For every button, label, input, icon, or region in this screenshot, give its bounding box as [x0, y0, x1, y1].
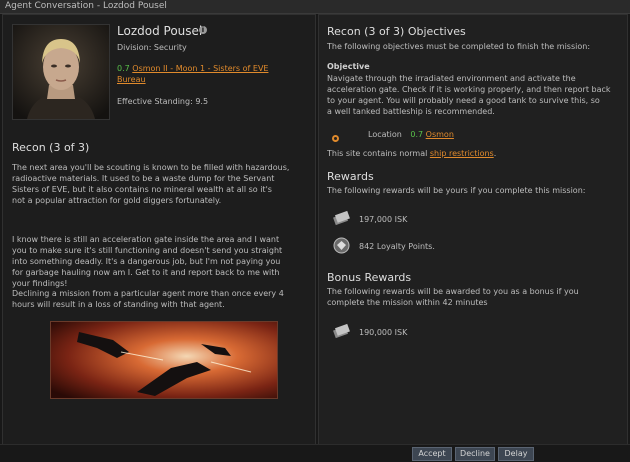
agent-conversation-window: Agent Conversation - Lozdod Pousel Lozdo…	[0, 0, 630, 462]
agent-division: Division: Security	[117, 43, 187, 52]
delay-button[interactable]: Delay	[498, 447, 534, 461]
bonus-rewards-intro: The following rewards will be awarded to…	[327, 287, 579, 307]
bonus-rewards-title: Bonus Rewards	[327, 271, 412, 284]
briefing-title: Recon (3 of 3)	[12, 141, 90, 154]
agent-standing: Effective Standing: 9.5	[117, 97, 209, 106]
agent-location-line2: Bureau	[117, 74, 146, 85]
rewards-intro: The following rewards will be yours if y…	[327, 186, 586, 195]
button-bar: Accept Decline Delay	[0, 444, 630, 462]
mission-scene-image	[50, 321, 278, 399]
objective-heading: Objective	[327, 62, 370, 71]
agent-location-link-line2[interactable]: Bureau	[117, 75, 146, 84]
agent-name: Lozdod Pousel	[117, 24, 203, 38]
info-icon[interactable]: i	[199, 26, 207, 34]
ship-restrictions-link[interactable]: ship restrictions	[430, 149, 494, 158]
rewards-title: Rewards	[327, 170, 374, 183]
decline-button[interactable]: Decline	[455, 447, 495, 461]
briefing-paragraph-1: The next area you'll be scouting is know…	[12, 163, 290, 205]
restriction-note: This site contains normal ship restricti…	[327, 149, 497, 158]
agent-portrait[interactable]	[12, 24, 110, 120]
agent-location: 0.7 Osmon II - Moon 1 - Sisters of EVE	[117, 63, 268, 74]
location-security: 0.7	[410, 130, 424, 139]
agent-location-security: 0.7	[117, 64, 130, 73]
loyalty-points-icon	[333, 237, 350, 254]
objective-text: Navigate through the irradiated environm…	[327, 74, 611, 116]
bonus-reward-isk: 190,000 ISK	[359, 328, 408, 337]
location-link[interactable]: Osmon	[426, 130, 454, 139]
objectives-pane: Recon (3 of 3) Objectives The following …	[318, 14, 628, 446]
agent-location-link[interactable]: Osmon II - Moon 1 - Sisters of EVE	[132, 64, 268, 73]
location-label: Location	[368, 130, 402, 139]
agent-briefing-pane: Lozdod Pousel i Division: Security 0.7 O…	[2, 14, 316, 446]
objective-location: Location 0.7 Osmon	[368, 129, 454, 140]
window-title: Agent Conversation - Lozdod Pousel	[5, 1, 167, 11]
isk-icon	[333, 210, 350, 227]
window-titlebar[interactable]: Agent Conversation - Lozdod Pousel	[0, 0, 630, 14]
briefing-paragraph-2: I know there is still an acceleration ga…	[12, 235, 283, 288]
isk-icon	[333, 323, 350, 340]
location-pin-icon	[332, 135, 339, 142]
accept-button[interactable]: Accept	[412, 447, 452, 461]
briefing-paragraph-3: Declining a mission from a particular ag…	[12, 289, 284, 309]
objectives-intro: The following objectives must be complet…	[327, 42, 591, 51]
reward-loyalty-points: 842 Loyalty Points.	[359, 242, 435, 251]
objectives-title: Recon (3 of 3) Objectives	[327, 25, 466, 38]
reward-isk: 197,000 ISK	[359, 215, 408, 224]
